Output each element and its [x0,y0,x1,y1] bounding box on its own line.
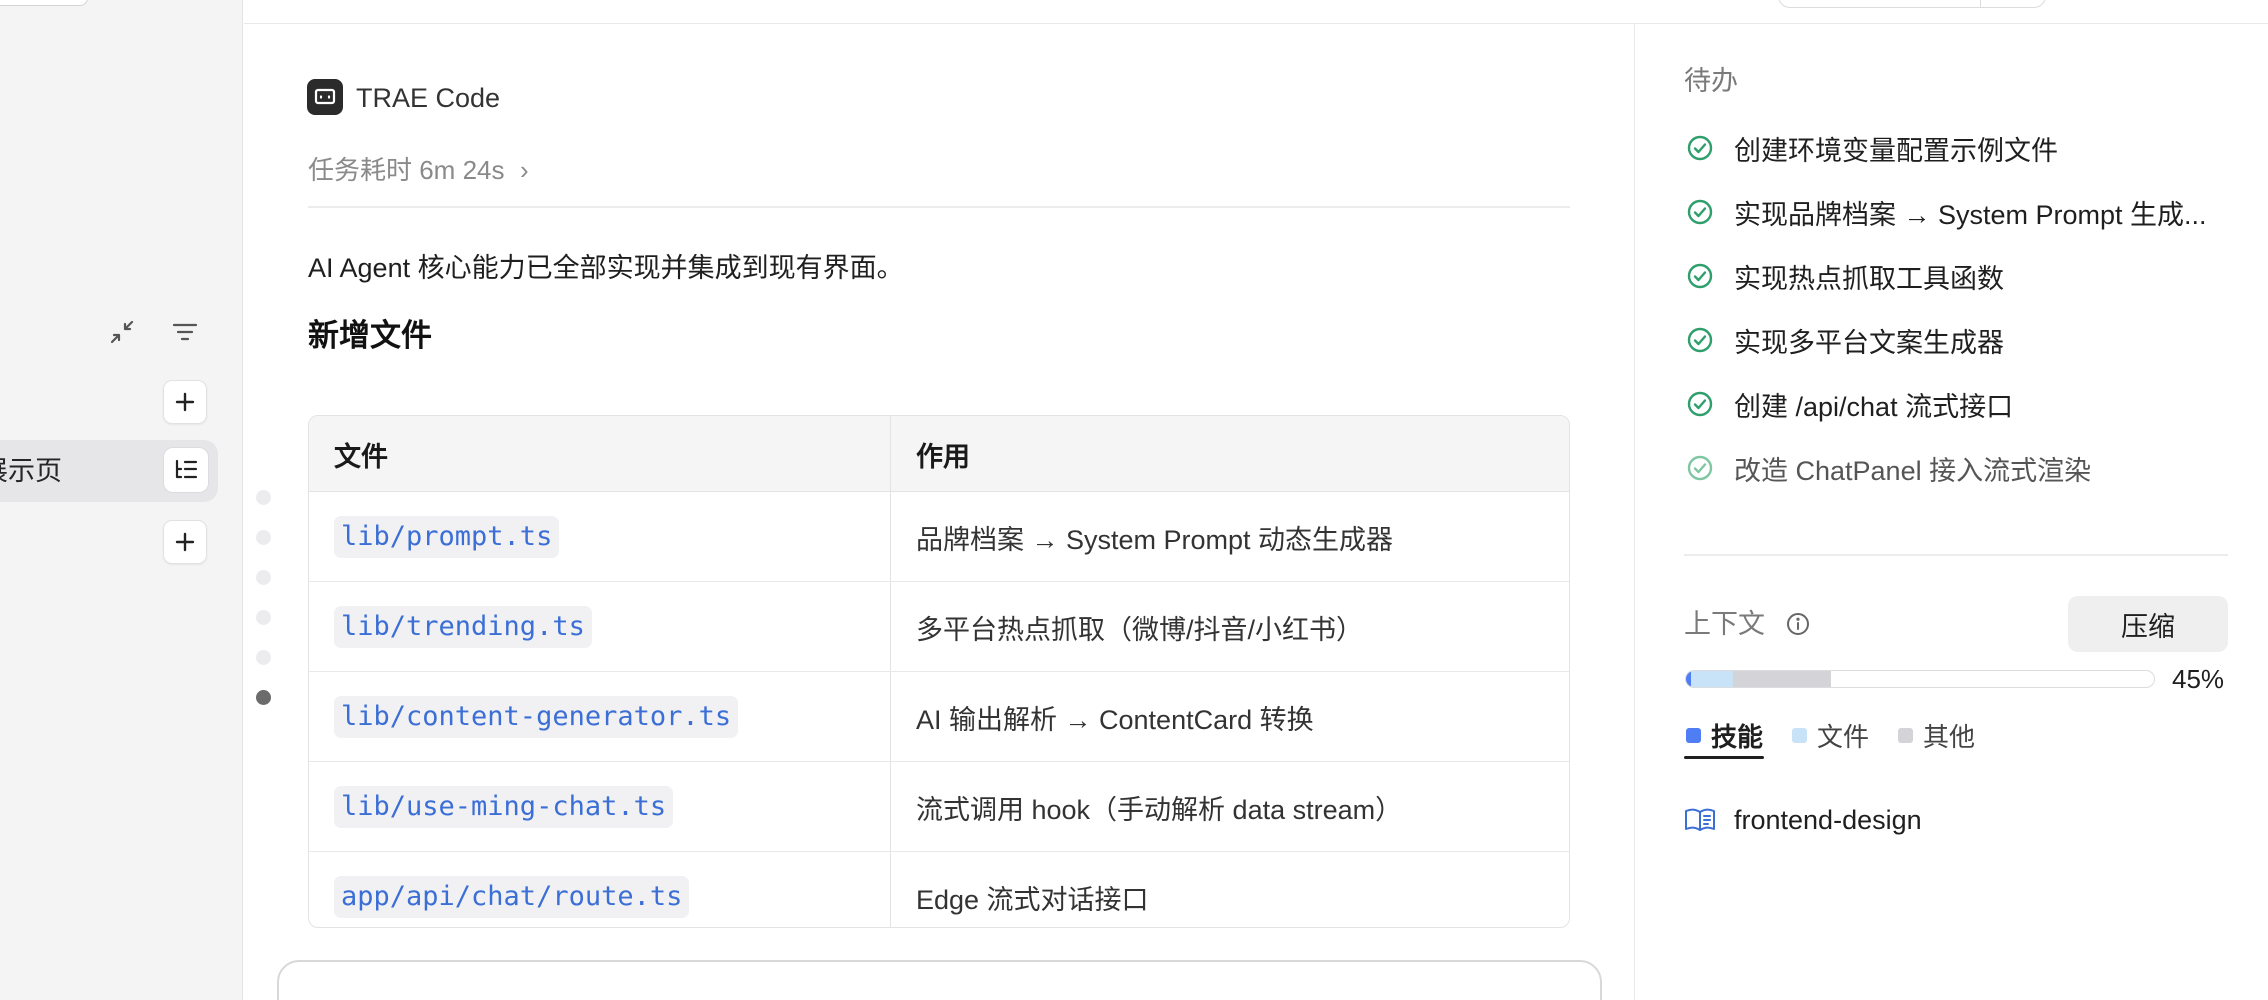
check-circle-icon [1687,263,1713,289]
file-path-code[interactable]: app/api/chat/route.ts [334,876,690,918]
right-panel [1634,24,2268,1000]
check-circle-icon [1687,199,1713,225]
divider [1684,554,2228,556]
add-session-button[interactable] [163,380,207,424]
usage-segment-files [1690,671,1733,687]
top-control-divider [1980,0,1981,8]
timeline-dot[interactable] [256,610,271,625]
todo-item[interactable]: 创建环境变量配置示例文件 [1686,128,2058,168]
check-circle-icon [1687,135,1713,161]
outline-button[interactable] [163,447,209,493]
todo-item[interactable]: 实现品牌档案 → System Prompt 生成... [1686,192,2207,232]
table-row: app/api/chat/route.ts Edge 流式对话接口 [309,852,1569,927]
legend-files[interactable]: 文件 [1792,720,1869,752]
active-tab-underline [1684,756,1764,759]
timeline-dot-active[interactable] [256,690,271,705]
file-description: 多平台热点抓取（微博/抖音/小红书） [916,614,1364,645]
todo-text: 实现多平台文案生成器 [1734,327,2004,358]
info-circle-icon[interactable] [1785,611,1811,637]
todo-text: 实现热点抓取工具函数 [1734,263,2004,294]
file-path-code[interactable]: lib/prompt.ts [334,516,560,558]
todo-text: 实现品牌档案 → System Prompt 生成... [1734,199,2207,230]
table-row: lib/trending.ts 多平台热点抓取（微博/抖音/小红书） [309,582,1569,672]
timeline-dot[interactable] [256,490,271,505]
legend-label: 技能 [1711,721,1764,752]
plus-icon [175,532,195,552]
legend-other[interactable]: 其他 [1898,720,1975,752]
table-header-row: 文件 作用 [309,416,1569,492]
todo-title: 待办 [1684,66,1738,96]
chevron-right-icon[interactable]: › [520,155,529,185]
files-table: 文件 作用 lib/prompt.ts 品牌档案 → System Prompt… [308,415,1570,928]
chat-input[interactable] [277,960,1602,1000]
check-circle-icon [1687,391,1713,417]
file-description: 品牌档案 → System Prompt 动态生成器 [916,524,1394,555]
todo-text: 创建 /api/chat 流式接口 [1734,391,2014,422]
table-row: lib/use-ming-chat.ts 流式调用 hook（手动解析 data… [309,762,1569,852]
context-title: 上下文 [1684,609,1765,639]
skill-item[interactable]: frontend-design [1684,802,1922,838]
todo-item[interactable]: 实现多平台文案生成器 [1686,320,2004,360]
table-header-file: 文件 [334,441,388,472]
check-circle-icon [1687,327,1713,353]
legend-skills[interactable]: 技能 [1686,720,1763,752]
terminal-chat-icon [307,79,343,115]
section-title: 新增文件 [308,318,432,353]
usage-segment-other [1732,671,1832,687]
file-path-code[interactable]: lib/content-generator.ts [334,696,739,738]
top-control[interactable] [1778,0,2046,8]
legend-swatch [1792,727,1807,743]
context-percent: 45% [2172,664,2225,694]
context-usage-bar [1685,670,2155,688]
file-description: AI 输出解析 → ContentCard 转换 [916,704,1314,735]
list-tree-icon [175,459,198,479]
plus-icon [175,392,195,412]
legend-label: 文件 [1817,721,1870,752]
sidebar-item-label: 展示页 [0,456,62,486]
file-path-code[interactable]: lib/use-ming-chat.ts [334,786,674,828]
divider [308,206,1570,208]
file-description: Edge 流式对话接口 [916,884,1149,915]
compress-button[interactable]: 压缩 [2068,596,2228,652]
summary-text: AI Agent 核心能力已全部实现并集成到现有界面。 [308,253,904,283]
sidebar-top-control[interactable] [0,0,88,6]
task-duration[interactable]: 任务耗时 6m 24s [308,155,505,185]
file-path-code[interactable]: lib/trending.ts [334,606,592,648]
check-circle-icon [1687,455,1713,481]
file-description: 流式调用 hook（手动解析 data stream） [916,794,1403,825]
agent-name: TRAE Code [356,83,501,113]
todo-item[interactable]: 实现热点抓取工具函数 [1686,256,2004,296]
book-icon [1685,808,1715,831]
legend-swatch [1686,727,1701,743]
timeline-dot[interactable] [256,650,271,665]
skill-name: frontend-design [1734,804,1922,835]
table-row: lib/prompt.ts 品牌档案 → System Prompt 动态生成器 [309,492,1569,582]
add-item-button[interactable] [163,520,207,564]
table-row: lib/content-generator.ts AI 输出解析 → Conte… [309,672,1569,762]
todo-text: 改造 ChatPanel 接入流式渲染 [1734,455,2092,486]
legend-label: 其他 [1923,721,1976,752]
table-header-role: 作用 [916,441,970,472]
timeline-dot[interactable] [256,530,271,545]
timeline-dot[interactable] [256,570,271,585]
todo-item[interactable]: 改造 ChatPanel 接入流式渲染 [1686,448,2091,488]
todo-item[interactable]: 创建 /api/chat 流式接口 [1686,384,2013,424]
filter-icon[interactable] [167,314,203,350]
legend-swatch [1898,727,1913,743]
collapse-icon[interactable] [104,314,140,350]
todo-text: 创建环境变量配置示例文件 [1734,135,2058,166]
